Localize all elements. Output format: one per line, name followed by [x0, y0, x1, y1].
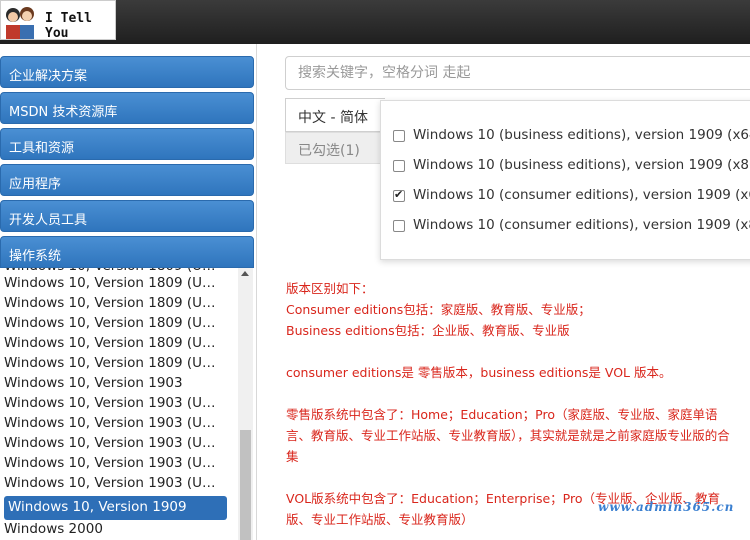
os-list-item[interactable]: Windows 10, Version 1809 (Updated...): [4, 335, 224, 355]
edition-option[interactable]: Windows 10 (consumer editions), version …: [393, 187, 750, 207]
nav-tools-resources[interactable]: 工具和资源: [0, 128, 254, 160]
nav-applications[interactable]: 应用程序: [0, 164, 254, 196]
nav-developer-tools[interactable]: 开发人员工具: [0, 200, 254, 232]
logo-text: I Tell You: [45, 11, 92, 40]
scrollbar-thumb[interactable]: [240, 430, 251, 540]
site-logo[interactable]: I Tell You: [0, 0, 116, 40]
os-list-scrollbar[interactable]: [238, 268, 253, 540]
nav-msdn-library[interactable]: MSDN 技术资源库: [0, 92, 254, 124]
tab-selected-count[interactable]: 已勾选(1): [285, 132, 385, 164]
os-list-item[interactable]: Windows 10, Version 1903 (Updated...): [4, 435, 224, 455]
os-list-item[interactable]: Windows 10, Version 1903: [4, 375, 224, 395]
note-line: 零售版系统中包含了：Home；Education；Pro（家庭版、专业版、家庭单…: [286, 407, 730, 464]
note-line: 版本区别如下：: [286, 281, 374, 296]
os-list-item[interactable]: Windows 10, Version 1809 (Updated...): [4, 275, 224, 295]
nav-enterprise-solutions[interactable]: 企业解决方案: [0, 56, 254, 88]
note-line: Business editions包括：企业版、教育版、专业版: [286, 323, 570, 338]
os-list-item[interactable]: Windows 10, Version 1809 (Updated...): [4, 315, 224, 335]
note-line: Consumer editions包括：家庭版、教育版、专业版；: [286, 302, 591, 317]
os-list-item[interactable]: Windows 10, Version 1809 (Updated...): [4, 295, 224, 315]
edition-option-label[interactable]: Windows 10 (consumer editions), version …: [413, 217, 750, 233]
search-input[interactable]: [286, 57, 750, 89]
sidebar: 企业解决方案 MSDN 技术资源库 工具和资源 应用程序 开发人员工具 操作系统…: [0, 44, 256, 540]
watermark: www.admin365.cn: [598, 500, 735, 514]
top-bar: I Tell You: [0, 0, 750, 44]
edition-option[interactable]: Windows 10 (business editions), version …: [393, 127, 750, 147]
checkbox-checked[interactable]: [393, 188, 405, 202]
os-list-item[interactable]: Windows 10, Version 1809 (Updated...): [4, 355, 224, 375]
edition-option[interactable]: Windows 10 (consumer editions), version …: [393, 217, 750, 237]
checkbox[interactable]: [393, 160, 405, 172]
os-list-item-selected[interactable]: Windows 10, Version 1909: [4, 496, 227, 520]
page: I Tell You 企业解决方案 MSDN 技术资源库 工具和资源 应用程序 …: [0, 0, 750, 540]
os-list-item[interactable]: Windows 2000: [4, 521, 224, 540]
edition-options-panel: Windows 10 (business editions), version …: [380, 100, 750, 260]
checkbox[interactable]: [393, 130, 405, 142]
edition-notes: 版本区别如下： Consumer editions包括：家庭版、教育版、专业版；…: [286, 278, 736, 530]
os-version-list[interactable]: Windows 10, Version 1809 (Updated...) Wi…: [0, 268, 254, 540]
os-list-item[interactable]: Windows 10, Version 1903 (Updated...): [4, 475, 224, 495]
os-list-item[interactable]: Windows 10, Version 1903 (Updated...): [4, 455, 224, 475]
note-line: consumer editions是 零售版本，business edition…: [286, 365, 672, 380]
os-list-item[interactable]: Windows 10, Version 1903 (Updated...): [4, 415, 224, 435]
tab-language[interactable]: 中文 - 简体: [285, 98, 385, 132]
nav-operating-systems[interactable]: 操作系统: [0, 236, 254, 268]
edition-option-label[interactable]: Windows 10 (business editions), version …: [413, 127, 750, 143]
logo-characters-icon: [6, 7, 34, 39]
edition-option-label[interactable]: Windows 10 (consumer editions), version …: [413, 187, 750, 203]
edition-option[interactable]: Windows 10 (business editions), version …: [393, 157, 750, 177]
edition-option-label[interactable]: Windows 10 (business editions), version …: [413, 157, 750, 173]
scroll-up-arrow-icon[interactable]: [241, 271, 249, 276]
checkbox[interactable]: [393, 220, 405, 232]
search-box[interactable]: [285, 56, 750, 90]
os-list-item[interactable]: Windows 10, Version 1903 (Updated...): [4, 395, 224, 415]
column-divider: [256, 44, 257, 540]
